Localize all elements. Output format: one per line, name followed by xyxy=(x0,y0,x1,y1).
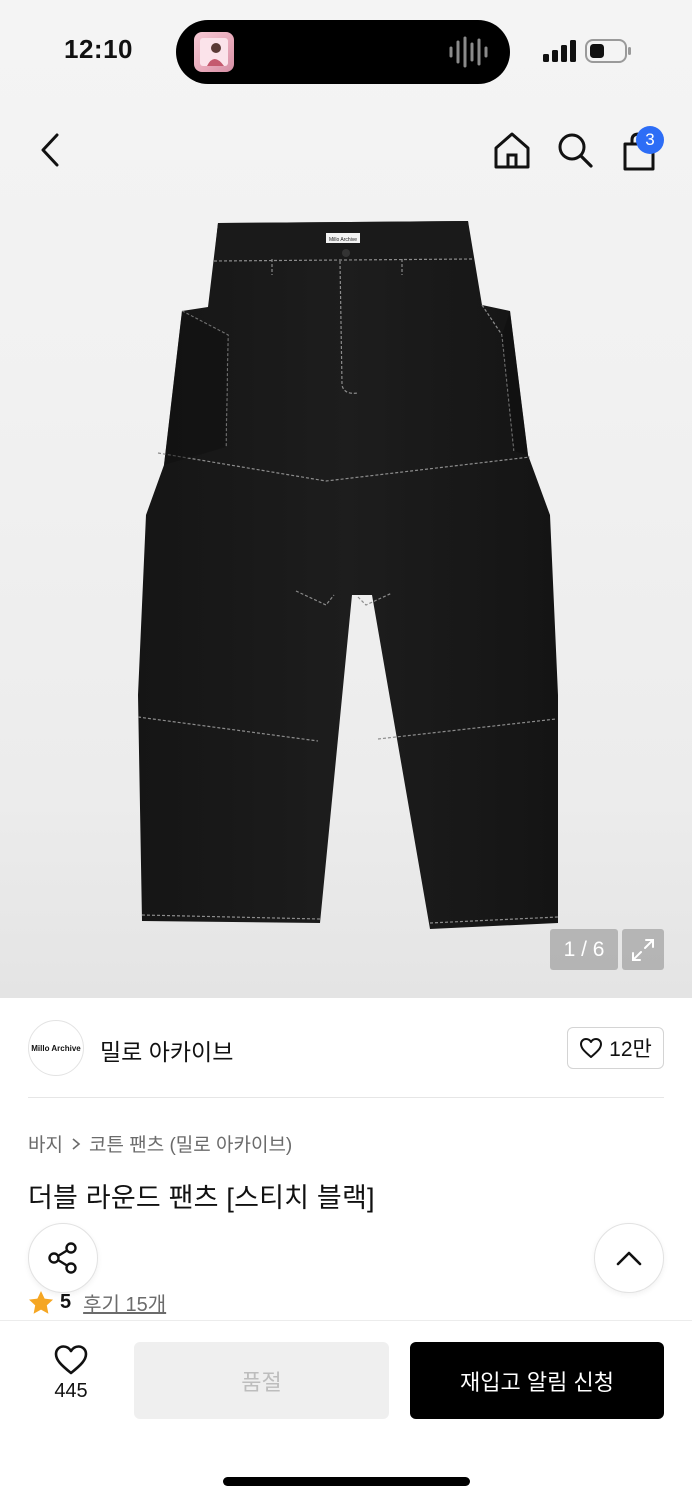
search-button[interactable] xyxy=(553,128,597,172)
breadcrumb-subcategory[interactable]: 코튼 팬츠 (밀로 아카이브) xyxy=(89,1130,292,1157)
chevron-up-icon xyxy=(616,1251,642,1266)
brand-logo-text: Millo Archive xyxy=(31,1043,81,1053)
product-image-gallery[interactable]: 12:10 3 Millo Archive 1 / 6 xyxy=(0,0,692,998)
share-icon xyxy=(48,1242,77,1274)
rating-score: 5 xyxy=(60,1291,72,1313)
breadcrumb-category[interactable]: 바지 xyxy=(28,1130,63,1157)
now-playing-thumbnail xyxy=(194,32,234,72)
wishlist-button[interactable]: 445 xyxy=(40,1344,102,1403)
audio-waveform-icon xyxy=(449,36,488,68)
product-title: 더블 라운드 팬츠 [스티치 블랙] xyxy=(28,1183,375,1213)
battery-icon xyxy=(585,39,631,63)
chevron-left-icon xyxy=(41,133,59,167)
brand-logo[interactable]: Millo Archive xyxy=(28,1020,84,1076)
dynamic-island[interactable] xyxy=(176,20,510,84)
share-button[interactable] xyxy=(28,1223,98,1293)
expand-image-button[interactable] xyxy=(622,929,664,970)
chevron-right-icon xyxy=(72,1137,81,1150)
star-icon xyxy=(29,1291,53,1314)
breadcrumb: 바지 코튼 팬츠 (밀로 아카이브) xyxy=(28,1130,292,1157)
restock-alert-button[interactable]: 재입고 알림 신청 xyxy=(410,1342,664,1419)
search-icon xyxy=(558,133,593,168)
expand-icon xyxy=(632,938,654,961)
divider xyxy=(28,1097,664,1098)
cellular-signal-icon xyxy=(543,40,576,62)
brand-name-link[interactable]: 밀로 아카이브 xyxy=(100,1033,233,1067)
rating-row: 5 후기 15개 xyxy=(28,1288,166,1317)
home-button[interactable] xyxy=(490,128,534,172)
garment-label: Millo Archive xyxy=(329,237,357,243)
cart-count-badge: 3 xyxy=(636,126,664,154)
status-time: 12:10 xyxy=(64,34,133,64)
soldout-button[interactable]: 품절 xyxy=(134,1342,389,1419)
heart-icon xyxy=(580,1038,603,1058)
brand-like-button[interactable]: 12만 xyxy=(567,1027,664,1069)
review-count-link[interactable]: 후기 15개 xyxy=(83,1288,166,1317)
back-button[interactable] xyxy=(28,128,72,172)
brand-like-count: 12만 xyxy=(609,1038,652,1061)
product-photo-pants[interactable]: Millo Archive xyxy=(130,215,570,935)
home-icon xyxy=(494,132,530,169)
image-counter: 1 / 6 xyxy=(550,929,618,970)
home-indicator[interactable] xyxy=(223,1477,470,1486)
wishlist-count: 445 xyxy=(54,1380,88,1402)
scroll-to-top-button[interactable] xyxy=(594,1223,664,1293)
heart-icon xyxy=(54,1345,88,1375)
